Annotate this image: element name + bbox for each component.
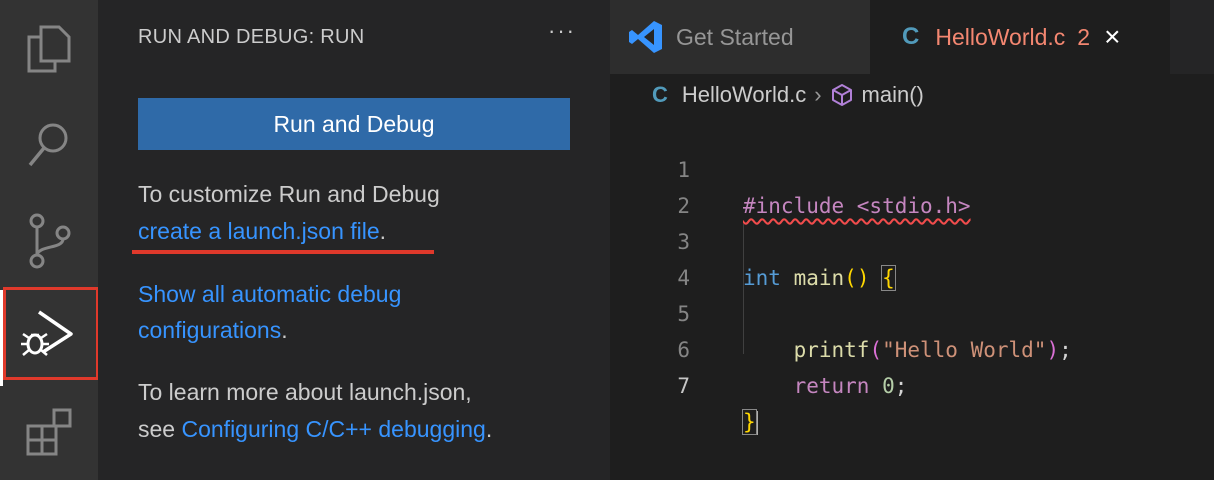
search-button[interactable] xyxy=(0,102,98,188)
code-text: int main() { xyxy=(743,265,896,291)
code-text: #include <stdio.h> xyxy=(743,194,971,218)
code-line: 4 xyxy=(610,224,690,290)
tab-helloworld-label: HelloWorld.c xyxy=(935,23,1066,50)
configuring-cpp-debugging-link[interactable]: Configuring C/C++ debugging xyxy=(181,416,485,442)
code-text: printf("Hello World"); xyxy=(793,338,1072,362)
learn-more-text: To learn more about launch.json, xyxy=(138,379,472,405)
problems-count: 2 xyxy=(1077,23,1091,50)
show-suffix: . xyxy=(281,317,288,343)
create-launch-row: create a launch.json file. xyxy=(138,213,386,250)
indent-guide xyxy=(743,224,744,354)
breadcrumb: C HelloWorld.c › main() xyxy=(652,80,924,110)
show-all-configs-link-line2[interactable]: configurations xyxy=(138,317,281,343)
code-text: } xyxy=(742,409,758,435)
c-file-icon: C xyxy=(902,23,920,50)
chevron-right-icon: › xyxy=(814,82,822,107)
more-actions-button[interactable]: ··· xyxy=(548,18,576,44)
tab-get-started[interactable]: Get Started xyxy=(610,0,870,74)
extensions-icon xyxy=(26,408,72,456)
run-debug-sidebar: RUN AND DEBUG: RUN ··· Run and Debug To … xyxy=(98,0,610,480)
source-control-button[interactable] xyxy=(0,198,98,284)
search-icon xyxy=(28,123,68,167)
tab-bar: Get Started C HelloWorld.c 2 × xyxy=(610,0,1214,74)
code-line: 7 } xyxy=(610,332,758,435)
learn-prefix: see xyxy=(138,416,182,442)
tab-get-started-label: Get Started xyxy=(676,23,794,50)
line-number: 7 xyxy=(677,374,690,398)
run-and-debug-button[interactable]: Run and Debug xyxy=(138,98,570,150)
explorer-button[interactable] xyxy=(0,6,98,92)
activity-bar xyxy=(0,0,99,480)
files-icon xyxy=(27,25,71,73)
close-icon[interactable]: × xyxy=(1104,21,1120,53)
vscode-logo-icon xyxy=(629,21,662,53)
tab-helloworld[interactable]: C HelloWorld.c 2 × xyxy=(870,0,1170,74)
breadcrumb-file[interactable]: HelloWorld.c xyxy=(682,82,806,108)
sidebar-title: RUN AND DEBUG: RUN xyxy=(138,26,365,48)
create-launch-json-link[interactable]: create a launch.json file xyxy=(138,218,380,244)
create-suffix: . xyxy=(379,218,387,244)
code-line: 2 xyxy=(610,152,690,218)
c-file-icon: C xyxy=(652,82,668,107)
customize-text: To customize Run and Debug xyxy=(138,181,440,207)
code-line: 5 printf("Hello World"); xyxy=(610,260,1071,362)
cube-icon xyxy=(831,84,852,106)
show-all-configs-link-line1[interactable]: Show all automatic debug xyxy=(138,276,401,313)
editor-area: Get Started C HelloWorld.c 2 × C HelloWo… xyxy=(610,0,1214,480)
code-line: 6 return 0; xyxy=(610,296,907,398)
source-control-icon xyxy=(29,213,71,269)
code-line: 3 int main() { xyxy=(610,188,896,291)
show-all-configs-row: configurations. xyxy=(138,312,288,349)
code-line: 1 #include <stdio.h> xyxy=(610,116,970,218)
highlight-box xyxy=(3,287,99,380)
learn-more-row: see Configuring C/C++ debugging. xyxy=(138,411,492,448)
breadcrumb-symbol[interactable]: main() xyxy=(862,82,924,108)
code-text: return 0; xyxy=(793,374,908,398)
link-underline-annotation xyxy=(132,250,434,254)
extensions-button[interactable] xyxy=(0,390,98,476)
learn-suffix: . xyxy=(485,416,493,442)
